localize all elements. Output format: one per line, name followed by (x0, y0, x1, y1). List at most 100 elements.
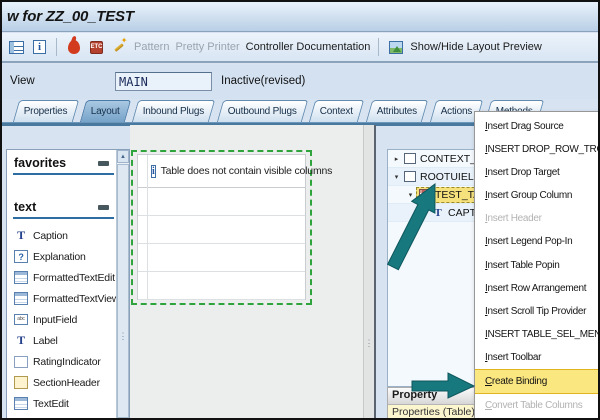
context-menu-item-label: Insert Legend Pop-In (485, 236, 572, 247)
context-menu-item-label: INSERT DROP_ROW_TRG_INF (485, 144, 600, 155)
context-menu-item-label: Insert Header (485, 213, 542, 224)
collapse-text-button[interactable] (98, 205, 109, 210)
palette-item-label: FormattedTextView (33, 293, 116, 305)
palette-item[interactable]: TextEdit (13, 393, 116, 414)
palette-item-icon (14, 229, 28, 243)
palette-section-text: text (13, 199, 114, 219)
context-menu-item[interactable]: Insert Row Arrangement (475, 277, 600, 300)
context-menu-item[interactable]: Insert Drag Source (475, 115, 600, 138)
tree-expander-icon[interactable]: ▾ (391, 173, 402, 181)
scrollbar-grip: ⋮ (364, 340, 374, 347)
palette-item-label: FormattedTextEdit (33, 272, 115, 284)
palette-item-icon (14, 271, 28, 284)
context-menu-item-label: Insert Row Arrangement (485, 283, 586, 294)
palette-item[interactable]: SectionHeader (13, 372, 116, 393)
tab-label: Context (320, 102, 353, 122)
table-preview[interactable]: i Table does not contain visible columns (137, 154, 306, 300)
context-menu-item[interactable]: Insert Drop Target (475, 161, 600, 184)
context-menu-item-label: Insert Drop Target (485, 167, 559, 178)
tab-label: Attributes (377, 102, 417, 122)
favorites-section-title: favorites (14, 156, 66, 170)
context-menu-item-label: Convert Table Columns (485, 400, 582, 411)
toolbar-separator (56, 38, 57, 56)
toolbar-separator (378, 38, 379, 56)
palette-item[interactable]: Label (13, 330, 116, 351)
tree-expander-icon[interactable]: ▸ (391, 155, 402, 163)
context-menu-item-label: Insert Toolbar (485, 352, 541, 363)
preview-scrollbar[interactable]: ⋮ (363, 125, 374, 418)
palette-item-icon (14, 314, 28, 325)
tab-label: Inbound Plugs (143, 102, 204, 122)
palette-item[interactable]: FormattedTextEdit (13, 267, 116, 288)
context-menu-item[interactable]: INSERT TABLE_SEL_MENU_CFG (475, 323, 600, 346)
tab[interactable]: Inbound Plugs (132, 100, 216, 122)
window-title: w for ZZ_00_TEST (7, 8, 134, 25)
table-empty-row (138, 188, 305, 216)
scrollbar-thumb[interactable]: ⋮ (117, 164, 129, 418)
palette-item[interactable]: FormattedTextView (13, 288, 116, 309)
tree-expander-icon[interactable]: ▾ (405, 191, 416, 199)
view-name-input[interactable] (115, 72, 212, 91)
info-icon: i (151, 165, 156, 178)
palette-item[interactable]: RatingIndicator (13, 351, 116, 372)
palette-item[interactable]: InputField (13, 309, 116, 330)
collapse-favorites-button[interactable] (98, 161, 109, 166)
view-status: Inactive(revised) (221, 75, 305, 87)
palette-item-label: Explanation (33, 251, 86, 263)
wand-icon[interactable] (111, 39, 128, 56)
table-empty-row (138, 272, 305, 300)
table-empty-message: Table does not contain visible columns (161, 165, 333, 177)
activate-icon[interactable]: ETC (88, 39, 105, 56)
palette-item-label: Caption (33, 230, 68, 242)
favorites-empty-area (13, 175, 116, 199)
grid-view-icon[interactable] (8, 39, 25, 56)
view-designer-window: w for ZZ_00_TEST i ETC Pattern Pretty Pr… (0, 0, 600, 420)
check-flame-icon[interactable] (65, 39, 82, 56)
controller-documentation-button[interactable]: Controller Documentation (246, 41, 371, 53)
layout-preview-canvas: i Table does not contain visible columns… (130, 125, 376, 418)
palette-item[interactable]: Explanation (13, 246, 116, 267)
palette-item-icon (14, 292, 28, 305)
context-menu-item-label: INSERT TABLE_SEL_MENU_CFG (485, 329, 600, 340)
context-menu-item[interactable]: Create Binding (475, 369, 600, 394)
tab[interactable]: Context (309, 100, 364, 122)
tab[interactable]: Layout (80, 100, 131, 122)
element-palette: favorites text Caption Explanation (6, 149, 130, 419)
scroll-up-button[interactable]: ▲ (117, 150, 129, 163)
context-menu-item[interactable]: Insert Header (475, 207, 600, 230)
context-menu-item-label: Insert Scroll Tip Provider (485, 306, 586, 317)
context-menu-item[interactable]: Insert Toolbar (475, 346, 600, 369)
tab[interactable]: Properties (13, 100, 79, 122)
context-menu: Insert Drag Source INSERT DROP_ROW_TRG_I… (474, 111, 600, 420)
show-hide-layout-preview-button[interactable]: Show/Hide Layout Preview (410, 41, 541, 53)
tree-item-icon (432, 207, 444, 219)
palette-item-icon (14, 376, 28, 389)
palette-scrollbar[interactable]: ▲ ⋮ (116, 150, 129, 418)
palette-item-icon (14, 250, 28, 263)
palette-item-icon (14, 397, 28, 410)
context-menu-item[interactable]: Insert Scroll Tip Provider (475, 300, 600, 323)
table-preview-header: i Table does not contain visible columns (138, 155, 305, 188)
context-menu-item[interactable]: Insert Legend Pop-In (475, 230, 600, 253)
tree-item-icon (404, 153, 416, 164)
context-menu-item[interactable]: Convert Table Columns (475, 394, 600, 417)
tab[interactable]: Outbound Plugs (217, 100, 308, 122)
info-icon[interactable]: i (31, 39, 48, 56)
context-menu-item[interactable]: Insert Group Column (475, 184, 600, 207)
context-menu-item[interactable]: Insert Table Popin (475, 253, 600, 276)
palette-item[interactable]: Caption (13, 225, 116, 246)
text-section-title: text (14, 200, 36, 214)
palette-item-label: SectionHeader (33, 377, 100, 389)
palette-item-label: TextEdit (33, 398, 69, 410)
layout-preview-icon (387, 39, 404, 56)
pattern-button[interactable]: Pattern (134, 41, 169, 53)
selected-element-outline: i Table does not contain visible columns (131, 150, 312, 305)
palette-item-icon (14, 356, 28, 368)
tab-label: Properties (24, 102, 68, 122)
pretty-printer-button[interactable]: Pretty Printer (175, 41, 239, 53)
context-menu-item-label: Insert Group Column (485, 190, 572, 201)
context-menu-item-label: Create Binding (485, 376, 547, 387)
context-menu-item-label: Insert Table Popin (485, 260, 559, 271)
tab[interactable]: Attributes (366, 100, 429, 122)
context-menu-item[interactable]: INSERT DROP_ROW_TRG_INF (475, 138, 600, 161)
